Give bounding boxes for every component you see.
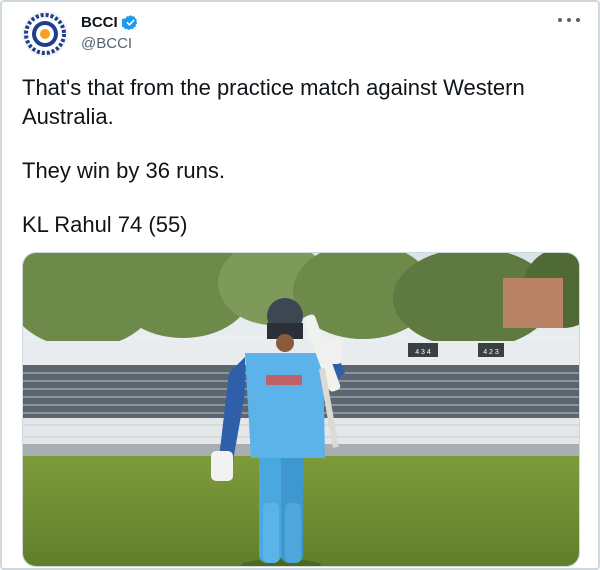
scoreboard-right-text: 4 2 3 xyxy=(483,349,499,356)
tweet-card[interactable]: BCCI @BCCI That's that from the practice… xyxy=(0,0,600,570)
verified-badge-icon xyxy=(121,15,137,31)
tweet-photo[interactable]: 4 3 4 4 2 3 xyxy=(22,252,580,567)
bcci-logo-avatar[interactable] xyxy=(22,11,68,57)
background-building xyxy=(503,278,563,328)
tweet-text-line-3: They win by 36 runs. xyxy=(22,158,225,183)
name-row: BCCI xyxy=(81,14,139,31)
tweet-text-line-2: Australia. xyxy=(22,104,114,129)
tweet-text-line-1: That's that from the practice match agai… xyxy=(22,75,525,100)
account-name[interactable]: BCCI xyxy=(81,14,118,31)
scoreboard-left-text: 4 3 4 xyxy=(415,349,431,356)
account-handle: @BCCI xyxy=(81,35,133,52)
more-options-icon[interactable] xyxy=(558,12,580,28)
tweet-text-line-4: KL Rahul 74 (55) xyxy=(22,212,188,237)
cricket-photo-illustration: 4 3 4 4 2 3 xyxy=(23,253,579,566)
